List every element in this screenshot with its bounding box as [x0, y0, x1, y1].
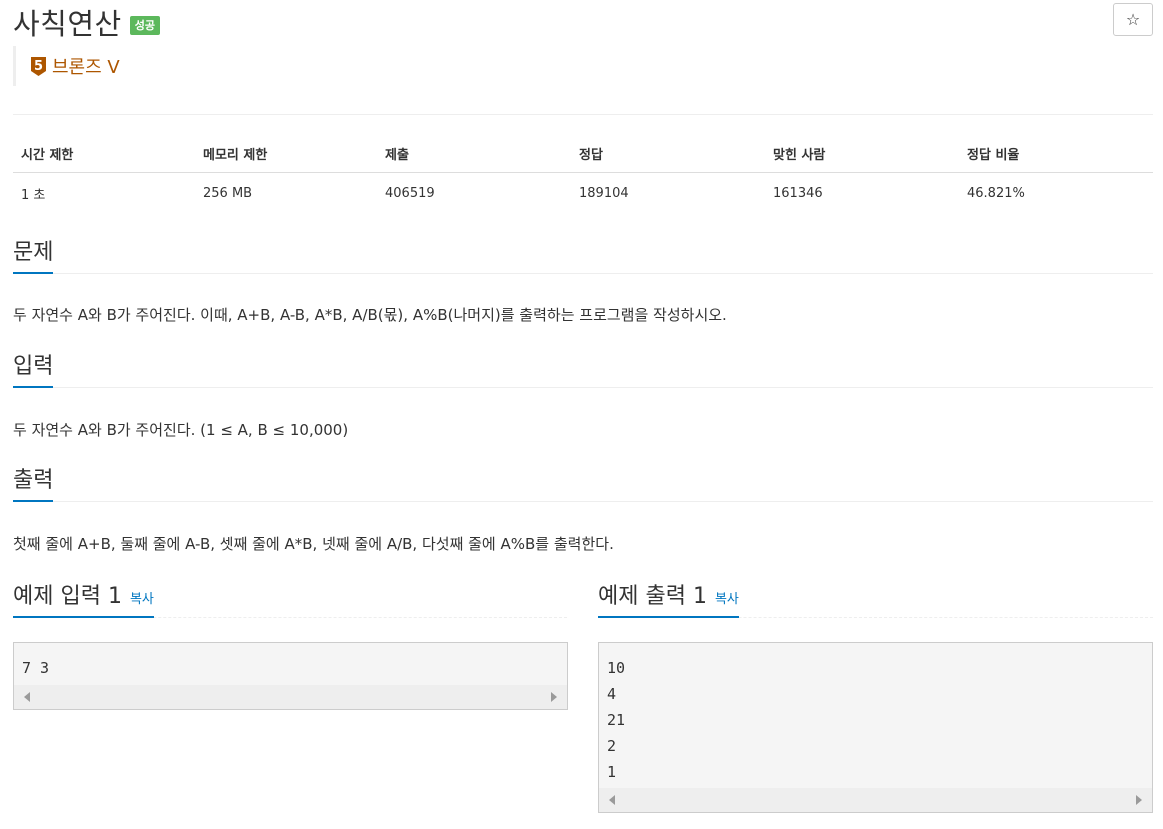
sample-line: 4	[607, 685, 617, 703]
output-heading: 출력	[13, 466, 54, 502]
memory-limit-value: 256 MB	[203, 186, 253, 201]
sample-line: 21	[607, 711, 626, 729]
horizontal-scrollbar[interactable]	[14, 685, 567, 709]
ratio-value: 46.821%	[967, 186, 1025, 201]
accepted-value[interactable]: 189104	[571, 173, 765, 215]
bronze-tier-icon: 5	[31, 56, 46, 76]
tier-blockquote: 5 브론즈 V	[13, 46, 120, 86]
star-icon: ☆	[1125, 10, 1141, 29]
sample-output-content: 10 4 21 2 1	[599, 643, 1152, 785]
input-section-header: 입력	[13, 352, 1153, 388]
time-limit-value: 1 초	[21, 188, 46, 203]
problem-description: 두 자연수 A와 B가 주어진다. 이때, A+B, A-B, A*B, A/B…	[13, 306, 727, 324]
input-description: 두 자연수 A와 B가 주어진다. (1 ≤ A, B ≤ 10,000)	[13, 421, 349, 439]
problem-info-table: 시간 제한 메모리 제한 제출 정답 맞힌 사람 정답 비율 1 초 256 M…	[13, 134, 1153, 214]
scroll-left-icon[interactable]	[609, 795, 615, 805]
horizontal-scrollbar[interactable]	[599, 788, 1152, 812]
sample-input-content: 7 3	[14, 643, 567, 681]
sample-output-heading: 예제 출력 1	[598, 584, 707, 609]
output-section-header: 출력	[13, 466, 1153, 502]
scroll-right-icon[interactable]	[1136, 795, 1142, 805]
solvers-value[interactable]: 161346	[765, 173, 959, 215]
copy-input-button[interactable]: 복사	[130, 592, 154, 607]
copy-output-button[interactable]: 복사	[715, 592, 739, 607]
tier-label[interactable]: 브론즈 V	[52, 53, 120, 79]
header-submissions: 제출	[377, 134, 571, 173]
sample-line: 1	[607, 763, 617, 781]
table-row: 1 초 256 MB 406519 189104 161346 46.821%	[13, 173, 1153, 215]
header-ratio: 정답 비율	[959, 134, 1153, 173]
header-time-limit: 시간 제한	[13, 134, 195, 173]
star-button[interactable]: ☆	[1113, 3, 1153, 36]
problem-heading: 문제	[13, 238, 54, 274]
sample-output-header: 예제 출력 1 복사	[598, 582, 1153, 618]
problem-title-row: 사칙연산 성공	[13, 0, 160, 44]
sample-line: 2	[607, 737, 617, 755]
status-badge: 성공	[129, 15, 160, 35]
sample-output-box[interactable]: 10 4 21 2 1	[598, 642, 1153, 813]
tier-level: 5	[34, 59, 43, 74]
sample-line: 7 3	[22, 659, 50, 677]
scroll-right-icon[interactable]	[551, 692, 557, 702]
sample-line: 10	[607, 659, 626, 677]
output-description: 첫째 줄에 A+B, 둘째 줄에 A-B, 셋째 줄에 A*B, 넷째 줄에 A…	[13, 535, 614, 553]
problem-title: 사칙연산	[13, 7, 122, 41]
problem-section-header: 문제	[13, 238, 1153, 274]
sample-input-header: 예제 입력 1 복사	[13, 582, 567, 618]
header-accepted: 정답	[571, 134, 765, 173]
header-memory-limit: 메모리 제한	[195, 134, 377, 173]
sample-output-heading-wrap: 예제 출력 1 복사	[598, 582, 739, 618]
input-heading: 입력	[13, 352, 54, 388]
table-header-row: 시간 제한 메모리 제한 제출 정답 맞힌 사람 정답 비율	[13, 134, 1153, 173]
sample-input-box[interactable]: 7 3	[13, 642, 568, 710]
divider	[13, 114, 1153, 115]
submissions-value[interactable]: 406519	[377, 173, 571, 215]
sample-input-heading: 예제 입력 1	[13, 584, 122, 609]
header-solvers: 맞힌 사람	[765, 134, 959, 173]
sample-input-heading-wrap: 예제 입력 1 복사	[13, 582, 154, 618]
scroll-left-icon[interactable]	[24, 692, 30, 702]
